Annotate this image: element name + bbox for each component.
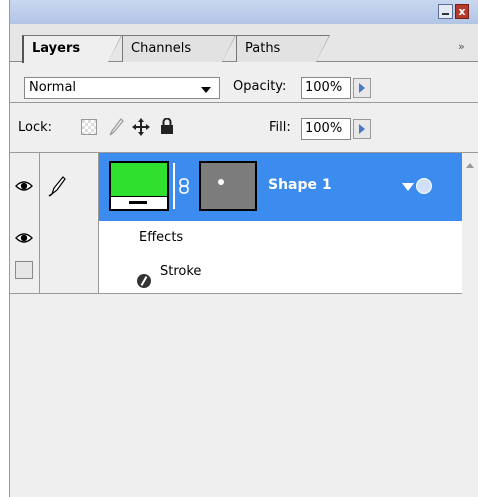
opacity-slider-button[interactable] xyxy=(353,78,371,98)
close-button[interactable]: x xyxy=(455,4,469,19)
layers-panel: x Layers Channels Paths » Normal Opacity… xyxy=(9,0,478,497)
stroke-visibility-box[interactable] xyxy=(15,261,33,279)
tab-paths-label: Paths xyxy=(245,41,281,56)
fill-slider-button[interactable] xyxy=(353,119,371,139)
chain-link-icon[interactable] xyxy=(179,178,189,194)
fx-icon xyxy=(137,274,151,288)
lock-all-icon[interactable] xyxy=(160,118,174,134)
panel-tabs: Layers Channels Paths » xyxy=(10,24,478,63)
minimize-button[interactable] xyxy=(438,4,453,19)
layer-list: Shape 1 Effects Stroke xyxy=(10,153,478,497)
panel-menu-icon[interactable]: » xyxy=(458,40,465,53)
expand-effects-icon[interactable] xyxy=(402,183,414,191)
opacity-field[interactable]: 100% xyxy=(301,77,351,99)
stroke-effect-row[interactable]: Stroke xyxy=(99,255,462,293)
selection-indicator xyxy=(173,163,175,209)
effects-label: Effects xyxy=(139,230,184,245)
tab-channels[interactable]: Channels xyxy=(122,35,236,62)
lock-label: Lock: xyxy=(18,120,53,135)
layer-style-icon[interactable] xyxy=(416,178,432,194)
lock-image-brush-icon[interactable] xyxy=(106,117,124,137)
blend-row: Normal Opacity: 100% xyxy=(10,63,478,103)
link-column xyxy=(39,153,99,293)
chevron-down-icon xyxy=(201,87,211,93)
fill-field[interactable]: 100% xyxy=(301,118,351,140)
panel-titlebar: x xyxy=(10,0,478,24)
blend-mode-value: Normal xyxy=(29,80,77,95)
layer-scrollbar[interactable] xyxy=(462,153,478,497)
effects-row[interactable]: Effects xyxy=(99,221,462,256)
tab-channels-label: Channels xyxy=(131,41,192,56)
layer-thumbnail[interactable] xyxy=(109,161,169,211)
opacity-label: Opacity: xyxy=(233,79,287,94)
tab-layers[interactable]: Layers xyxy=(22,35,122,63)
stroke-label: Stroke xyxy=(160,264,202,279)
close-icon: x xyxy=(458,5,466,18)
layer-list-divider xyxy=(10,293,462,294)
layer-name[interactable]: Shape 1 xyxy=(268,177,332,193)
tab-paths[interactable]: Paths xyxy=(236,35,330,62)
scroll-up-icon[interactable] xyxy=(466,163,474,168)
brush-icon[interactable] xyxy=(46,175,66,197)
fill-label: Fill: xyxy=(269,120,291,135)
lock-transparency-icon[interactable] xyxy=(81,119,97,135)
blend-mode-select[interactable]: Normal xyxy=(24,77,220,99)
vector-mask-thumbnail[interactable] xyxy=(199,161,257,211)
eye-icon[interactable] xyxy=(15,180,33,192)
lock-position-icon[interactable] xyxy=(131,117,151,137)
lock-row: Lock: Fill: 100% xyxy=(10,103,478,153)
tab-layers-label: Layers xyxy=(32,41,81,56)
effects-eye-icon[interactable] xyxy=(15,232,33,244)
